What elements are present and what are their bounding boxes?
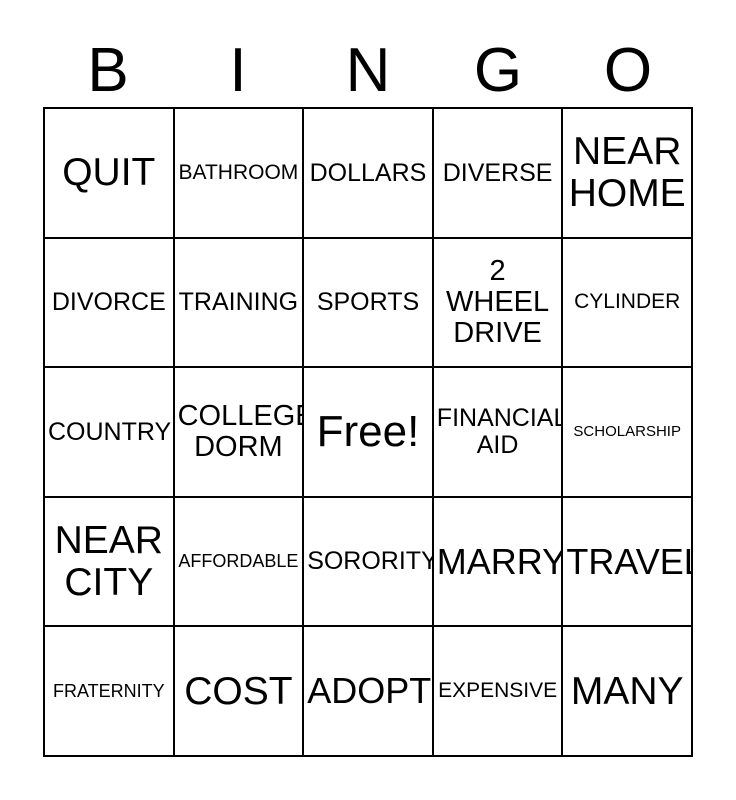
bingo-cell-label: COST <box>184 669 293 713</box>
bingo-cell-label: SPORTS <box>316 288 420 317</box>
bingo-cell-label: SORORITY <box>307 547 434 576</box>
bingo-header-letter-i: I <box>229 36 247 105</box>
bingo-cell-label: AFFORDABLE <box>178 551 299 572</box>
bingo-cell-label: SCHOLARSHIP <box>573 423 681 441</box>
bingo-header: BINGO <box>43 30 693 102</box>
bingo-card: B I N G O QUIT BATHROOM DOLLARS DIVERSE NEAR HOM… <box>0 0 736 800</box>
bingo-header-letter-b: B <box>87 36 129 105</box>
bingo-cell-r4-c5[interactable]: TRAVEL <box>563 497 693 628</box>
bingo-header-letter-n: N <box>345 36 391 105</box>
bingo-cell-label: TRAVEL <box>566 540 693 582</box>
bingo-cell-label: DIVERSE <box>442 158 553 187</box>
bingo-cell-r5-c2[interactable]: COST <box>174 627 305 757</box>
bingo-cell-label: BATHROOM <box>178 160 299 184</box>
bingo-cell-r2-c4[interactable]: 2 WHEEL DRIVE <box>433 238 564 369</box>
bingo-cell-r4-c3[interactable]: SORORITY <box>304 497 434 628</box>
bingo-header-letter-o: O <box>603 36 653 105</box>
bingo-cell-r1-c1[interactable]: QUIT <box>45 109 175 239</box>
bingo-cell-label: COUNTRY <box>48 417 172 446</box>
bingo-cell-label: QUIT <box>62 151 156 195</box>
bingo-cell-r2-c1[interactable]: DIVORCE <box>45 238 175 369</box>
bingo-cell-label: EXPENSIVE <box>438 679 558 703</box>
bingo-cell-r1-c2[interactable]: BATHROOM <box>174 109 305 239</box>
bingo-cell-label: DOLLARS <box>309 158 427 187</box>
bingo-cell-r2-c3[interactable]: SPORTS <box>304 238 434 369</box>
bingo-cell-r5-c3[interactable]: ADOPT <box>304 627 434 757</box>
bingo-cell-r3-c5[interactable]: SCHOLARSHIP <box>563 368 693 498</box>
bingo-cell-r4-c2[interactable]: AFFORDABLE <box>174 497 305 628</box>
bingo-cell-r3-c1[interactable]: COUNTRY <box>45 368 175 498</box>
bingo-cell-r4-c1[interactable]: NEAR CITY <box>45 497 175 628</box>
bingo-cell-label: TRAINING <box>178 288 299 317</box>
bingo-cell-label: CYLINDER <box>574 290 681 314</box>
bingo-cell-r1-c3[interactable]: DOLLARS <box>304 109 434 239</box>
bingo-cell-r3-c2[interactable]: COLLEGE DORM <box>174 368 305 498</box>
bingo-cell-r5-c4[interactable]: EXPENSIVE <box>433 627 564 757</box>
bingo-cell-label: FINANCIAL AID <box>436 404 564 459</box>
bingo-cell-label: NEAR HOME <box>568 130 686 215</box>
bingo-cell-free[interactable]: Free! <box>304 368 434 498</box>
bingo-cell-label: MANY <box>570 669 684 713</box>
bingo-cell-r2-c2[interactable]: TRAINING <box>174 238 305 369</box>
bingo-cell-label: MARRY <box>436 540 564 582</box>
bingo-cell-label: ADOPT <box>307 670 432 712</box>
bingo-cell-r1-c4[interactable]: DIVERSE <box>433 109 564 239</box>
bingo-cell-r4-c4[interactable]: MARRY <box>433 497 564 628</box>
bingo-cell-label: 2 WHEEL DRIVE <box>446 255 550 349</box>
bingo-cell-r2-c5[interactable]: CYLINDER <box>563 238 693 369</box>
bingo-header-letter-g: G <box>473 36 523 105</box>
bingo-cell-r5-c5[interactable]: MANY <box>563 627 693 757</box>
bingo-cell-label: COLLEGE DORM <box>177 400 305 463</box>
bingo-grid: QUIT BATHROOM DOLLARS DIVERSE NEAR HOME DIVOR… <box>43 107 693 757</box>
bingo-cell-label: FRATERNITY <box>52 680 165 701</box>
bingo-cell-label: Free! <box>316 406 420 456</box>
bingo-cell-r1-c5[interactable]: NEAR HOME <box>563 109 693 239</box>
bingo-cell-label: NEAR CITY <box>54 519 163 604</box>
bingo-cell-r3-c4[interactable]: FINANCIAL AID <box>433 368 564 498</box>
bingo-cell-r5-c1[interactable]: FRATERNITY <box>45 627 175 757</box>
bingo-cell-label: DIVORCE <box>51 288 166 317</box>
